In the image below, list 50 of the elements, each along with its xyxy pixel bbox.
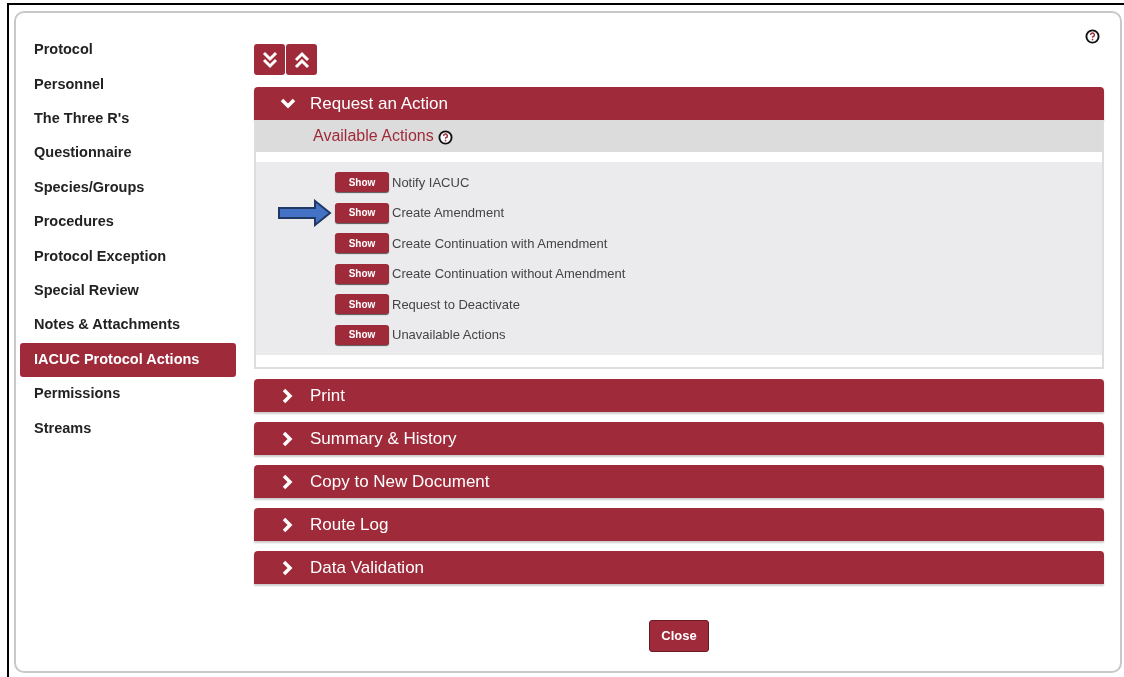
double-chevron-up-icon — [292, 50, 311, 69]
sidebar-item[interactable]: Streams — [20, 411, 236, 446]
action-label: Create Amendment — [392, 204, 504, 222]
action-label: Notify IACUC — [392, 173, 470, 192]
collapse-all-button[interactable] — [286, 44, 317, 75]
sidebar-item[interactable]: Permissions — [20, 376, 236, 412]
section-header[interactable]: Summary & History — [254, 422, 1104, 455]
section-title: Request an Action — [310, 92, 448, 115]
section-title: Summary & History — [310, 427, 457, 450]
section-header[interactable]: Request an Action — [254, 87, 1104, 120]
action-label: Create Continuation with Amendment — [392, 234, 608, 253]
close-button[interactable]: Close — [649, 620, 709, 652]
show-button[interactable]: Show — [335, 324, 389, 345]
show-button[interactable]: Show — [335, 263, 389, 284]
section-header[interactable]: Print — [254, 379, 1104, 412]
help-icon[interactable] — [1085, 29, 1100, 44]
section-header[interactable]: Route Log — [254, 508, 1104, 541]
sidebar-item[interactable]: Procedures — [20, 204, 236, 240]
double-chevron-down-icon — [260, 50, 279, 69]
action-label: Request to Deactivate — [392, 295, 520, 314]
section-header[interactable]: Copy to New Document — [254, 465, 1104, 498]
chevron-right-icon — [282, 430, 294, 447]
action-label: Unavailable Actions — [392, 326, 506, 344]
section-title: Data Validation — [310, 556, 425, 579]
sidebar-item[interactable]: IACUC Protocol Actions — [20, 342, 236, 377]
expand-all-button[interactable] — [254, 44, 285, 75]
sidebar-item[interactable]: Personnel — [20, 67, 236, 102]
show-button[interactable]: Show — [335, 172, 389, 193]
section-title: Copy to New Document — [310, 470, 490, 493]
section-header[interactable]: Data Validation — [254, 551, 1104, 584]
section-title: Print — [310, 384, 345, 407]
subheading: Available Actions — [313, 126, 434, 146]
show-button[interactable]: Show — [335, 233, 389, 254]
sidebar-item[interactable]: Protocol Exception — [20, 239, 236, 274]
sidebar-item[interactable]: The Three R's — [20, 101, 236, 137]
chevron-right-icon — [282, 559, 294, 576]
sidebar-item[interactable]: Protocol — [20, 33, 236, 68]
sidebar-item[interactable]: Special Review — [20, 273, 236, 309]
chevron-right-icon — [282, 516, 294, 533]
section-title: Route Log — [310, 513, 389, 536]
chevron-right-icon — [282, 473, 294, 490]
action-label: Create Continuation without Amendment — [392, 265, 626, 283]
help-icon[interactable] — [437, 129, 453, 145]
sidebar-item[interactable]: Notes & Attachments — [20, 308, 236, 343]
chevron-down-icon — [280, 97, 296, 110]
chevron-right-icon — [282, 387, 294, 404]
sidebar-item[interactable]: Species/Groups — [20, 170, 236, 205]
show-button[interactable]: Show — [335, 294, 389, 315]
show-button[interactable]: Show — [335, 202, 389, 223]
sidebar-item[interactable]: Questionnaire — [20, 136, 236, 171]
